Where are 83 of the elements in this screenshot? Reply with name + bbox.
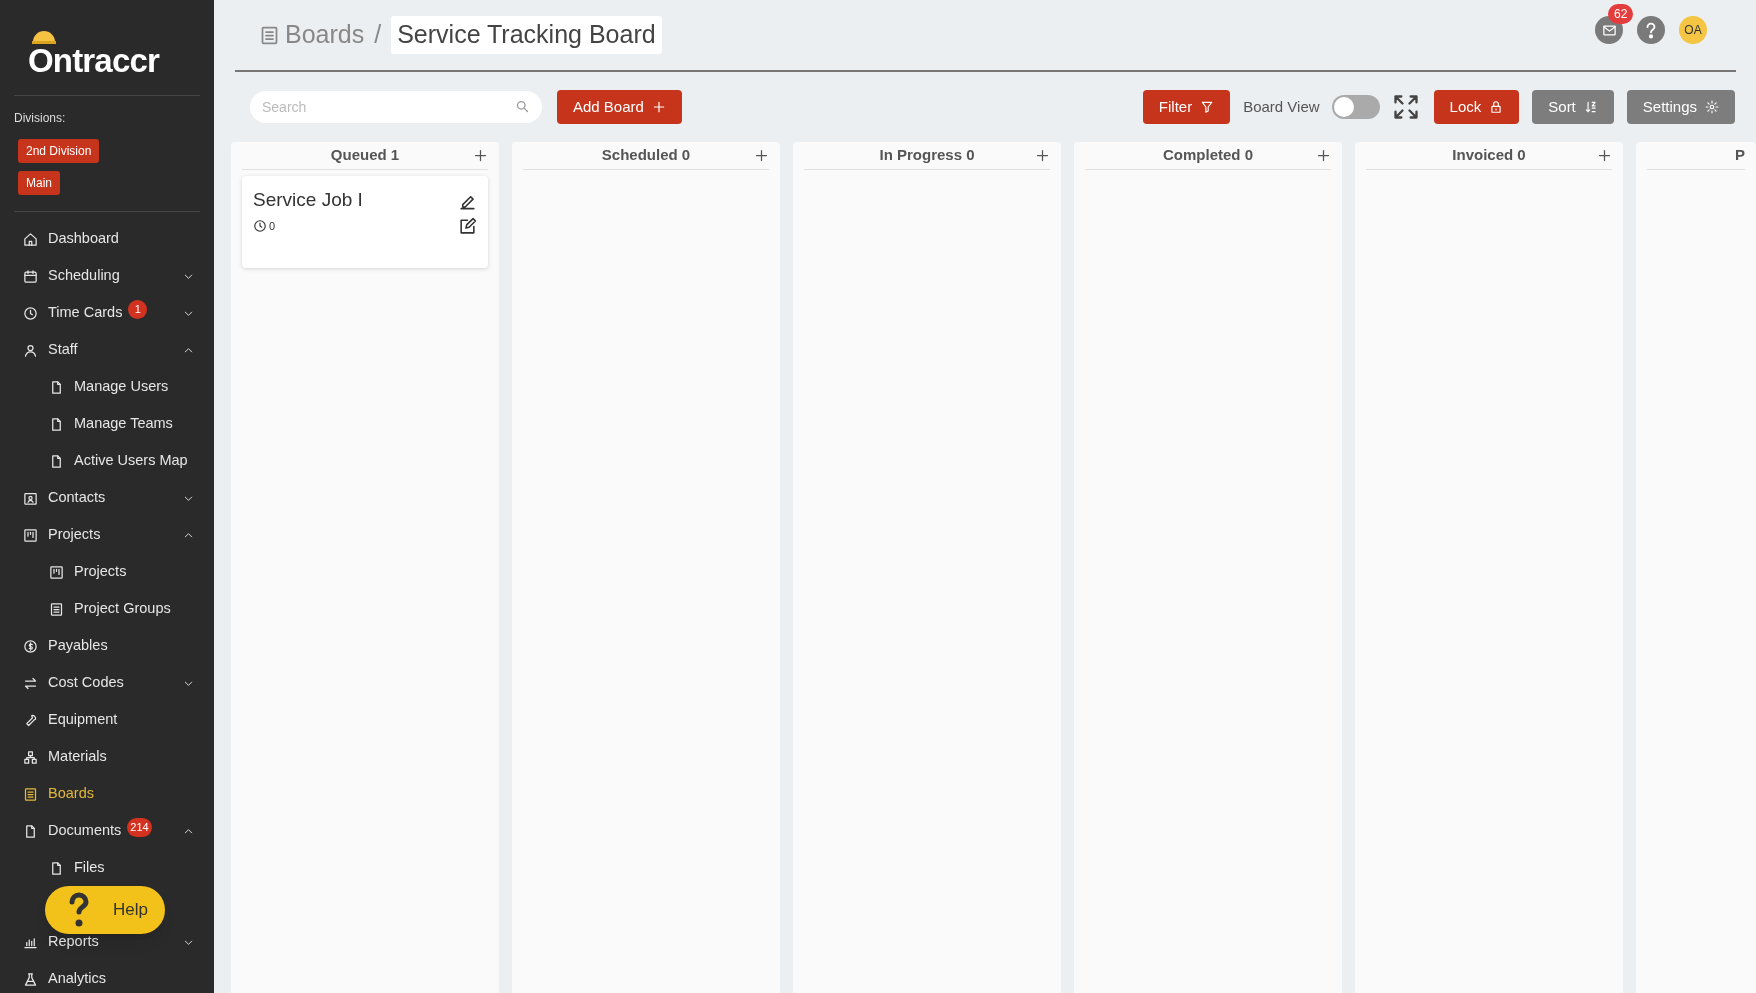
help-button[interactable]: Help <box>45 886 165 934</box>
home-icon <box>23 231 38 247</box>
project-board-icon <box>49 564 64 580</box>
sidebar-item[interactable]: Projects <box>0 523 214 547</box>
clock-icon <box>253 218 267 233</box>
settings-icon <box>1705 100 1719 114</box>
sidebar-item[interactable]: Time Cards 1 <box>0 301 214 325</box>
sidebar-item[interactable]: Equipment <box>0 708 214 732</box>
document-icon <box>49 416 64 432</box>
board-title-field[interactable]: Service Tracking Board <box>391 16 662 54</box>
sidebar-item[interactable]: Contacts <box>0 486 214 510</box>
avatar[interactable]: OA <box>1679 16 1707 44</box>
sidebar-item[interactable]: Analytics <box>0 967 214 991</box>
sidebar-item[interactable]: Dashboard <box>0 227 214 251</box>
sidebar-item[interactable]: Materials <box>0 745 214 769</box>
sidebar-item[interactable]: Staff <box>0 338 214 362</box>
count-badge: 62 <box>1608 4 1634 24</box>
sidebar-item[interactable]: Documents 214 <box>0 819 214 843</box>
add-card-icon[interactable] <box>1035 148 1050 163</box>
sidebar-item[interactable]: Active Users Map <box>0 449 214 473</box>
clock-icon <box>23 305 38 321</box>
time-count: 0 <box>269 218 276 234</box>
add-card-icon[interactable] <box>754 148 769 163</box>
division-tag[interactable]: 2nd Division <box>18 139 100 163</box>
question-mark-icon <box>67 892 91 928</box>
sidebar-item[interactable]: Manage Users <box>0 375 214 399</box>
sidebar-item[interactable]: Cost Codes <box>0 671 214 695</box>
calendar-icon <box>23 268 38 284</box>
board-view-label: Board View <box>1243 96 1320 117</box>
card-title: Service Job I <box>253 188 364 212</box>
breadcrumb-separator: / <box>374 19 382 51</box>
job-card[interactable]: Service Job I 0 <box>242 176 488 268</box>
document-icon <box>23 823 38 839</box>
column-title: Completed 0 <box>1163 145 1253 166</box>
column-title: Invoiced 0 <box>1452 145 1526 166</box>
sidebar-item[interactable]: Files <box>0 856 214 880</box>
app-logo: Ontraccr <box>28 44 159 77</box>
sidebar-item[interactable]: Project Groups <box>0 597 214 621</box>
help-icon <box>1637 16 1665 44</box>
mail-icon <box>1601 22 1617 38</box>
column-title: Scheduled 0 <box>601 145 691 166</box>
search-icon <box>515 99 530 114</box>
project-board-icon <box>23 527 38 543</box>
column-title: In Progress 0 <box>879 145 975 166</box>
swap-arrows-icon <box>23 675 38 691</box>
add-card-icon[interactable] <box>1597 148 1612 163</box>
lock-icon <box>1489 100 1504 114</box>
column-title: Queued 1 <box>330 145 400 166</box>
sidebar-item[interactable]: Payables <box>0 634 214 658</box>
sidebar-item[interactable]: Boards <box>0 782 214 806</box>
board-list-icon <box>23 786 38 802</box>
sidebar-item[interactable]: Manage Teams <box>0 412 214 436</box>
add-card-icon[interactable] <box>1316 148 1331 163</box>
board-list-icon <box>259 24 280 46</box>
document-icon <box>49 453 64 469</box>
divisions-label: Divisions: <box>14 110 66 127</box>
sort-button[interactable]: Sort <box>1532 90 1614 124</box>
add-card-icon[interactable] <box>473 148 488 163</box>
sidebar-item[interactable]: Projects <box>0 560 214 584</box>
lock-button[interactable]: Lock <box>1433 90 1520 124</box>
sort-icon <box>1583 100 1598 114</box>
document-icon <box>49 379 64 395</box>
edit-icon[interactable] <box>458 217 477 236</box>
settings-button[interactable]: Settings <box>1626 90 1735 124</box>
search-field[interactable]: Search <box>250 91 542 123</box>
person-icon <box>23 342 38 358</box>
fullscreen-icon[interactable] <box>1391 93 1420 121</box>
filter-icon <box>1200 100 1215 114</box>
count-badge: 214 <box>127 817 152 837</box>
document-icon <box>49 860 64 876</box>
contact-card-icon <box>23 490 38 506</box>
division-tag[interactable]: Main <box>18 171 60 195</box>
notifications-button[interactable] <box>1595 16 1623 44</box>
column-title: P <box>1735 145 1745 166</box>
count-badge: 1 <box>128 299 148 319</box>
add-board-button[interactable]: Add Board <box>557 90 682 124</box>
board-view-toggle[interactable] <box>1331 95 1380 119</box>
sidebar-item[interactable]: Scheduling <box>0 264 214 288</box>
plus-icon <box>651 100 666 114</box>
flask-icon <box>23 971 38 987</box>
board-list-icon <box>49 601 64 617</box>
filter-button[interactable]: Filter <box>1142 90 1231 124</box>
dollar-coin-icon <box>23 638 38 654</box>
